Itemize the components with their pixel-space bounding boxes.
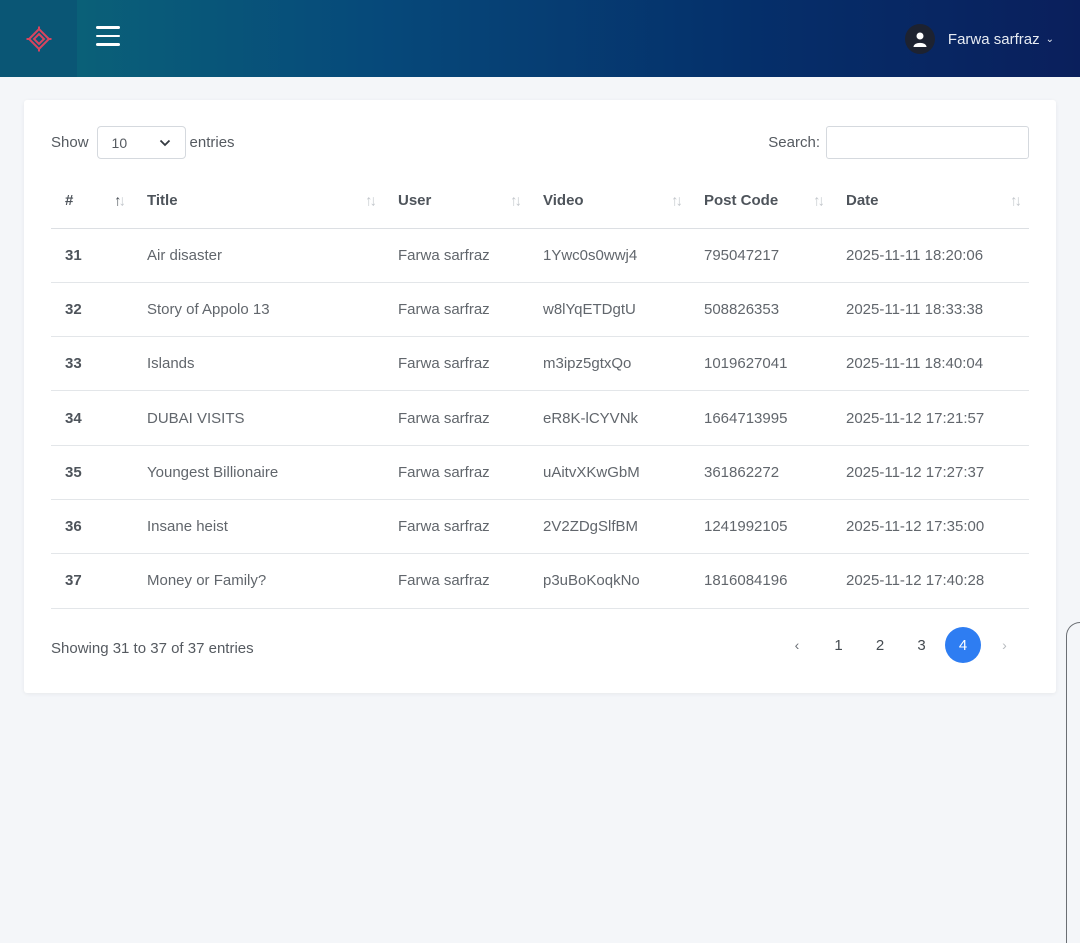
entries-label: entries	[189, 134, 235, 151]
cell-user: Farwa sarfraz	[398, 518, 490, 536]
cell-number: 37	[65, 572, 82, 590]
sort-icon: ↑↓	[813, 192, 825, 210]
table-row[interactable]: 34 DUBAI VISITS Farwa sarfraz eR8K-lCYVN…	[51, 391, 1029, 446]
user-icon	[904, 24, 935, 54]
hamburger-menu-button[interactable]	[96, 26, 124, 50]
cell-post-code: 1241992105	[704, 518, 788, 536]
column-header-user[interactable]: User ↑↓	[384, 174, 529, 228]
column-header-video[interactable]: Video ↑↓	[529, 174, 690, 228]
cell-date: 2025-11-12 17:27:37	[846, 463, 985, 481]
cell-post-code: 1019627041	[704, 355, 788, 373]
cell-post-code: 1664713995	[704, 409, 788, 427]
cell-number: 32	[65, 300, 82, 318]
table-row[interactable]: 35 Youngest Billionaire Farwa sarfraz uA…	[51, 445, 1029, 500]
table-row[interactable]: 33 Islands Farwa sarfraz m3ipz5gtxQo 101…	[51, 337, 1029, 391]
column-header-title[interactable]: Title ↑↓	[133, 174, 384, 228]
user-name: Farwa sarfraz	[947, 30, 1040, 48]
show-label: Show	[51, 134, 89, 151]
chevron-down-icon	[159, 139, 170, 146]
cell-title: Insane heist	[147, 518, 228, 536]
table-row[interactable]: 36 Insane heist Farwa sarfraz 2V2ZDgSlfB…	[51, 499, 1029, 554]
cell-title: Money or Family?	[147, 572, 267, 590]
diamond-gear-logo-icon	[26, 26, 51, 51]
page-length-select[interactable]: 10	[96, 126, 186, 159]
cell-date: 2025-11-11 18:20:06	[846, 246, 984, 264]
page-length-value: 10	[111, 134, 128, 151]
cell-user: Farwa sarfraz	[398, 572, 490, 590]
cell-number: 35	[65, 463, 82, 481]
side-panel-edge	[1066, 622, 1080, 943]
next-page-button[interactable]: ›	[987, 627, 1023, 663]
cell-date: 2025-11-12 17:35:00	[846, 518, 985, 536]
page-button-1[interactable]: 1	[821, 627, 857, 663]
sort-icon: ↑↓	[1010, 192, 1022, 210]
user-menu[interactable]: Farwa sarfraz ⌄	[904, 24, 1054, 54]
top-navbar: Farwa sarfraz ⌄	[0, 0, 1080, 77]
cell-number: 36	[65, 518, 82, 536]
table-row[interactable]: 37 Money or Family? Farwa sarfraz p3uBoK…	[51, 554, 1029, 609]
cell-title: Story of Appolo 13	[147, 300, 270, 318]
column-header-date[interactable]: Date ↑↓	[832, 174, 1029, 228]
cell-user: Farwa sarfraz	[398, 300, 490, 318]
cell-post-code: 361862272	[704, 463, 780, 481]
cell-post-code: 508826353	[704, 300, 780, 318]
sort-icon: ↑↓	[510, 192, 522, 210]
cell-video: p3uBoKoqkNo	[543, 572, 640, 590]
cell-date: 2025-11-11 18:40:04	[846, 355, 984, 373]
cell-video: 2V2ZDgSlfBM	[543, 518, 639, 536]
cell-post-code: 795047217	[704, 246, 780, 264]
cell-user: Farwa sarfraz	[398, 355, 490, 373]
cell-title: Islands	[147, 355, 195, 373]
sort-asc-active-icon: ↑↓	[114, 192, 126, 210]
cell-video: uAitvXKwGbM	[543, 463, 640, 481]
table-row[interactable]: 31 Air disaster Farwa sarfraz 1Ywc0s0wwj…	[51, 228, 1029, 283]
column-header-post-code[interactable]: Post Code ↑↓	[690, 174, 832, 228]
page-button-2[interactable]: 2	[862, 627, 898, 663]
cell-date: 2025-11-12 17:21:57	[846, 409, 985, 427]
search-input[interactable]	[826, 126, 1029, 159]
sort-icon: ↑↓	[365, 192, 377, 210]
cell-title: DUBAI VISITS	[147, 409, 245, 427]
pagination: ‹ 1 2 3 4 ›	[779, 627, 1028, 663]
posts-table-card: Show 10 entries Search: # ↑↓ Title ↑↓ User…	[24, 100, 1056, 693]
cell-video: m3ipz5gtxQo	[543, 355, 632, 373]
search-label: Search:	[768, 134, 820, 151]
cell-user: Farwa sarfraz	[398, 463, 490, 481]
cell-user: Farwa sarfraz	[398, 409, 490, 427]
cell-title: Air disaster	[147, 246, 223, 264]
cell-user: Farwa sarfraz	[398, 246, 490, 264]
table-row[interactable]: 32 Story of Appolo 13 Farwa sarfraz w8lY…	[51, 282, 1029, 337]
cell-video: w8lYqETDgtU	[543, 300, 636, 318]
cell-video: eR8K-lCYVNk	[543, 409, 639, 427]
cell-date: 2025-11-11 18:33:38	[846, 300, 984, 318]
hamburger-icon	[96, 26, 120, 29]
cell-post-code: 1816084196	[704, 572, 788, 590]
cell-date: 2025-11-12 17:40:28	[846, 572, 985, 590]
table-info: Showing 31 to 37 of 37 entries	[51, 640, 254, 657]
cell-number: 33	[65, 355, 82, 373]
cell-video: 1Ywc0s0wwj4	[543, 246, 638, 264]
column-header-number[interactable]: # ↑↓	[51, 174, 133, 228]
posts-table: # ↑↓ Title ↑↓ User ↑↓ Video ↑↓ Post Code ↑↓ D…	[51, 174, 1029, 609]
sort-icon: ↑↓	[671, 192, 683, 210]
search-control: Search:	[768, 126, 1029, 159]
cell-number: 31	[65, 246, 82, 264]
previous-page-button[interactable]: ‹	[779, 627, 815, 663]
chevron-down-icon: ⌄	[1045, 33, 1054, 45]
logo[interactable]	[0, 0, 77, 77]
cell-number: 34	[65, 409, 82, 427]
page-length-control: Show 10 entries	[51, 126, 235, 159]
table-header-row: # ↑↓ Title ↑↓ User ↑↓ Video ↑↓ Post Code ↑↓ D…	[51, 174, 1029, 228]
page-button-4-active[interactable]: 4	[945, 627, 981, 663]
cell-title: Youngest Billionaire	[147, 463, 279, 481]
page-button-3[interactable]: 3	[904, 627, 940, 663]
